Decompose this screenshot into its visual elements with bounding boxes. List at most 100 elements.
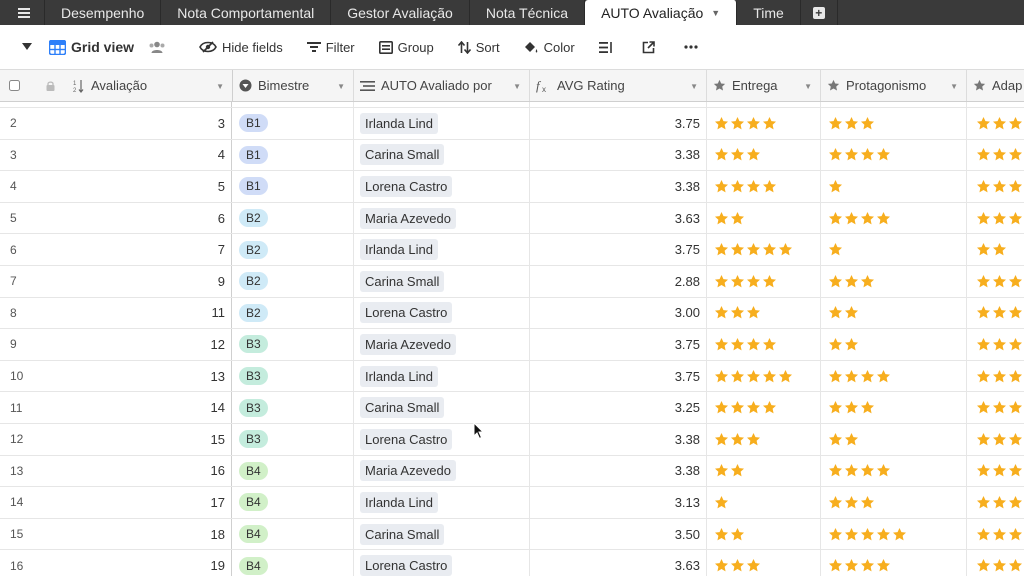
- linked-record-chip[interactable]: Carina Small: [360, 397, 445, 419]
- cell-bimestre[interactable]: B1: [233, 139, 354, 171]
- cell-entrega[interactable]: [707, 518, 821, 550]
- cell-avg-rating[interactable]: 3.50: [530, 518, 707, 550]
- add-table-button[interactable]: +: [801, 0, 838, 25]
- linked-record-chip[interactable]: Maria Azevedo: [360, 460, 456, 482]
- cell-auto-avaliado-por[interactable]: Lorena Castro: [354, 424, 530, 455]
- column-header-adap[interactable]: Adap: [967, 70, 1024, 101]
- cell-entrega[interactable]: [707, 266, 821, 297]
- tables-menu-button[interactable]: [0, 0, 45, 25]
- cell-auto-avaliado-por[interactable]: Maria Azevedo: [354, 202, 530, 234]
- chevron-down-icon[interactable]: ▼: [690, 82, 698, 91]
- cell-protagonismo[interactable]: [821, 455, 967, 487]
- cell-protagonismo[interactable]: [821, 329, 967, 360]
- table-row[interactable]: 4 5 B1 Lorena Castro 3.38: [0, 171, 1024, 203]
- view-switcher[interactable]: Grid view: [49, 39, 134, 55]
- tab-nota-tecnica[interactable]: Nota Técnica: [470, 0, 586, 25]
- cell-adap[interactable]: [967, 266, 1024, 297]
- cell-protagonismo[interactable]: [821, 202, 967, 234]
- cell-avaliacao[interactable]: 16: [40, 455, 232, 487]
- share-button[interactable]: [642, 40, 660, 54]
- cell-bimestre[interactable]: B4: [233, 550, 354, 576]
- cell-avaliacao[interactable]: 12: [40, 329, 232, 360]
- table-row[interactable]: 14 17 B4 Irlanda Lind 3.13: [0, 487, 1024, 519]
- cell-adap[interactable]: [967, 108, 1024, 139]
- table-row[interactable]: 5 6 B2 Maria Azevedo 3.63: [0, 202, 1024, 235]
- tab-gestor-avaliacao[interactable]: Gestor Avaliação: [331, 0, 470, 25]
- cell-protagonismo[interactable]: [821, 297, 967, 329]
- cell-protagonismo[interactable]: [821, 234, 967, 265]
- table-row[interactable]: 7 9 B2 Carina Small 2.88: [0, 266, 1024, 298]
- cell-adap[interactable]: [967, 234, 1024, 265]
- cell-bimestre[interactable]: B2: [233, 297, 354, 329]
- cell-bimestre[interactable]: B4: [233, 518, 354, 550]
- filter-button[interactable]: Filter: [306, 40, 355, 55]
- cell-adap[interactable]: [967, 171, 1024, 202]
- cell-bimestre[interactable]: B3: [233, 360, 354, 392]
- cell-auto-avaliado-por[interactable]: Irlanda Lind: [354, 234, 530, 265]
- cell-bimestre[interactable]: B1: [233, 171, 354, 202]
- cell-avg-rating[interactable]: 3.38: [530, 455, 707, 487]
- linked-record-chip[interactable]: Carina Small: [360, 270, 445, 292]
- chevron-down-icon[interactable]: ▼: [216, 82, 224, 91]
- cell-avaliacao[interactable]: 13: [40, 360, 232, 392]
- linked-record-chip[interactable]: Lorena Castro: [360, 428, 453, 450]
- tab-time[interactable]: Time: [737, 0, 801, 25]
- tab-auto-avaliacao[interactable]: AUTO Avaliação ▼: [585, 0, 738, 25]
- table-row[interactable]: 13 16 B4 Maria Azevedo 3.38: [0, 455, 1024, 488]
- cell-avaliacao[interactable]: 4: [40, 139, 232, 171]
- cell-avg-rating[interactable]: 3.38: [530, 139, 707, 171]
- cell-avg-rating[interactable]: 3.75: [530, 360, 707, 392]
- cell-entrega[interactable]: [707, 297, 821, 329]
- cell-avaliacao[interactable]: 6: [40, 202, 232, 234]
- cell-bimestre[interactable]: B2: [233, 266, 354, 297]
- linked-record-chip[interactable]: Irlanda Lind: [360, 365, 438, 387]
- chevron-down-icon[interactable]: ▼: [513, 82, 521, 91]
- column-header-entrega[interactable]: Entrega ▼: [707, 70, 821, 101]
- cell-adap[interactable]: [967, 361, 1024, 392]
- cell-avaliacao[interactable]: 7: [40, 234, 232, 265]
- cell-auto-avaliado-por[interactable]: Irlanda Lind: [354, 360, 530, 392]
- linked-record-chip[interactable]: Lorena Castro: [360, 302, 453, 324]
- cell-protagonismo[interactable]: [821, 424, 967, 455]
- column-header-bimestre[interactable]: Bimestre ▼: [233, 70, 354, 101]
- cell-adap[interactable]: [967, 487, 1024, 518]
- cell-protagonismo[interactable]: [821, 171, 967, 202]
- cell-entrega[interactable]: [707, 139, 821, 171]
- cell-auto-avaliado-por[interactable]: Maria Azevedo: [354, 329, 530, 360]
- cell-bimestre[interactable]: B3: [233, 424, 354, 455]
- cell-adap[interactable]: [967, 456, 1024, 487]
- cell-bimestre[interactable]: B2: [233, 202, 354, 234]
- row-height-button[interactable]: [598, 41, 618, 54]
- cell-avg-rating[interactable]: 3.75: [530, 329, 707, 360]
- cell-avaliacao[interactable]: 11: [40, 297, 232, 329]
- cell-avg-rating[interactable]: 2.88: [530, 266, 707, 297]
- cell-avg-rating[interactable]: 3.00: [530, 297, 707, 329]
- cell-entrega[interactable]: [707, 329, 821, 360]
- select-all-checkbox[interactable]: [0, 70, 40, 101]
- color-button[interactable]: Color: [524, 40, 575, 55]
- cell-protagonismo[interactable]: [821, 266, 967, 297]
- grid-body[interactable]: 2 3 B1 Irlanda Lind 3.75 3 4 B1 Carina Small 3.38…: [0, 102, 1024, 576]
- cell-bimestre[interactable]: B4: [233, 455, 354, 487]
- sort-button[interactable]: Sort: [457, 40, 500, 55]
- cell-bimestre[interactable]: B1: [233, 108, 354, 139]
- cell-entrega[interactable]: [707, 392, 821, 423]
- cell-avg-rating[interactable]: 3.75: [530, 234, 707, 265]
- cell-protagonismo[interactable]: [821, 392, 967, 423]
- cell-entrega[interactable]: [707, 487, 821, 518]
- tab-nota-comportamental[interactable]: Nota Comportamental: [161, 0, 332, 25]
- cell-protagonismo[interactable]: [821, 108, 967, 139]
- linked-record-chip[interactable]: Lorena Castro: [360, 555, 453, 576]
- cell-entrega[interactable]: [707, 171, 821, 202]
- table-row[interactable]: 12 15 B3 Lorena Castro 3.38: [0, 424, 1024, 456]
- cell-adap[interactable]: [967, 550, 1024, 576]
- cell-avaliacao[interactable]: 15: [40, 424, 232, 455]
- cell-adap[interactable]: [967, 392, 1024, 423]
- cell-entrega[interactable]: [707, 455, 821, 487]
- view-sidebar-toggle[interactable]: [22, 43, 37, 51]
- share-view-button[interactable]: [148, 41, 171, 53]
- table-row[interactable]: 15 18 B4 Carina Small 3.50: [0, 518, 1024, 551]
- cell-protagonismo[interactable]: [821, 518, 967, 550]
- column-header-avg-rating[interactable]: fx AVG Rating ▼: [530, 70, 707, 101]
- cell-adap[interactable]: [967, 424, 1024, 455]
